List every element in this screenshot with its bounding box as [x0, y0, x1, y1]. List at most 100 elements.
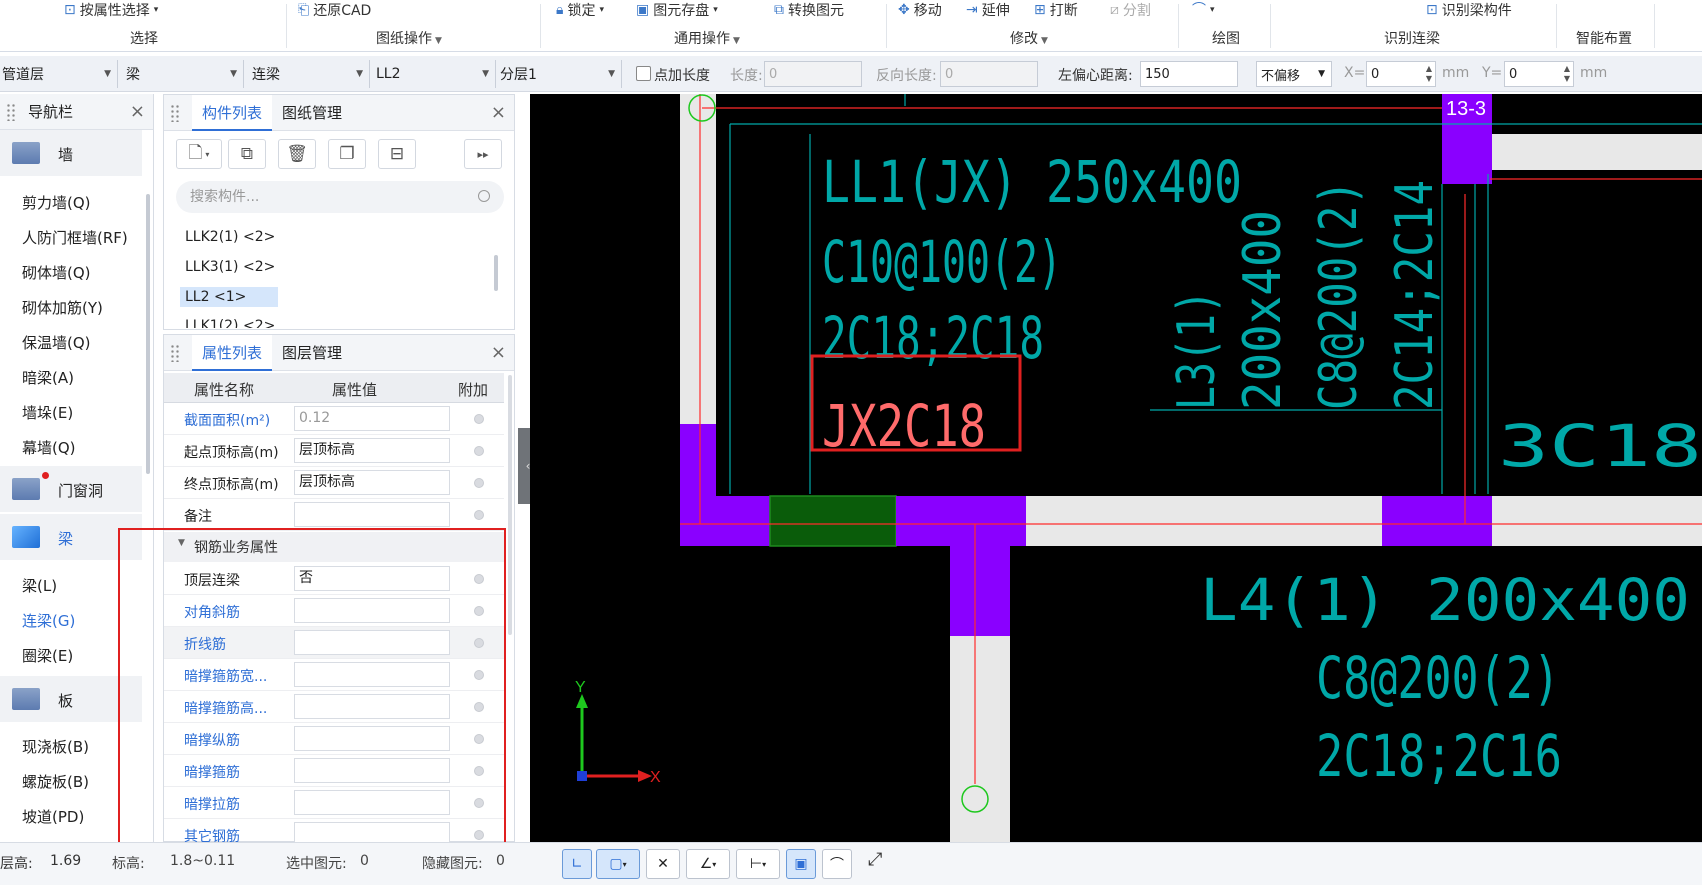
component-item-selected[interactable]: LL2 <1>: [180, 287, 278, 307]
nav-scrollbar[interactable]: [146, 194, 150, 474]
nav-item[interactable]: 保温墙(Q): [22, 332, 91, 353]
ortho-toggle-button[interactable]: ∟: [562, 849, 592, 879]
drag-handle-icon[interactable]: [170, 103, 180, 122]
component-item[interactable]: LLK2(1) <2>: [180, 227, 280, 247]
property-value[interactable]: [294, 502, 450, 527]
fullscreen-icon[interactable]: ⤢: [868, 849, 882, 870]
shift-mode-select[interactable]: 不偏移 ▼: [1256, 61, 1332, 87]
duplicate-button[interactable]: ❐: [328, 139, 366, 169]
close-icon[interactable]: ×: [130, 101, 145, 122]
selection-toggle-button[interactable]: ▣: [786, 849, 816, 879]
identify-component-button[interactable]: ⊡ 识别梁构件: [1426, 0, 1512, 20]
search-input[interactable]: 搜索构件...: [176, 181, 504, 213]
restore-cad-button[interactable]: ⎗ 还原CAD: [298, 0, 371, 20]
offset-input[interactable]: 150: [1140, 61, 1238, 87]
delete-button[interactable]: 🗑︎: [278, 139, 316, 169]
length-input[interactable]: 0: [764, 61, 862, 87]
cross-toggle-button[interactable]: ✕: [646, 849, 680, 879]
nav-item[interactable]: 人防门框墙(RF): [22, 227, 128, 248]
ortho-icon: ∟: [571, 856, 583, 872]
move-button[interactable]: ✥ 移动: [898, 0, 942, 20]
tab-property-list[interactable]: 属性列表: [192, 334, 273, 371]
property-row[interactable]: 截面面积(m²) 0.12: [164, 403, 504, 435]
door-window-icon: [12, 478, 40, 500]
property-row[interactable]: 终点顶标高(m) 层顶标高: [164, 467, 504, 499]
nav-item[interactable]: 砌体加筋(Y): [22, 297, 103, 318]
property-value[interactable]: 层顶标高: [294, 470, 450, 495]
selected-link-beam[interactable]: [769, 495, 897, 547]
select-by-property-button[interactable]: ⊡ 按属性选择 ▾: [64, 0, 158, 20]
nav-item[interactable]: 砌体墙(Q): [22, 262, 91, 283]
lock-button[interactable]: 🔒︎ 锁定 ▾: [556, 0, 604, 20]
dimension-toggle-button[interactable]: ⊢ ▾: [736, 849, 780, 879]
drag-handle-icon[interactable]: [6, 102, 16, 121]
point-add-length-checkbox[interactable]: [636, 66, 651, 81]
nav-item[interactable]: 螺旋板(B): [22, 771, 89, 792]
floor-select[interactable]: 管道层 ▼: [0, 60, 118, 88]
type-select[interactable]: 连梁 ▼: [246, 60, 370, 88]
angle-toggle-button[interactable]: ∠ ▾: [686, 849, 730, 879]
hidden-count-label: 隐藏图元:: [422, 856, 483, 872]
element-save-button[interactable]: ▣ 图元存盘 ▾: [636, 0, 718, 20]
more-button[interactable]: ▸▸: [464, 139, 502, 169]
extra-checkbox[interactable]: [474, 478, 484, 488]
nav-item[interactable]: 幕墙(Q): [22, 437, 76, 458]
close-icon[interactable]: ×: [491, 102, 506, 123]
y-input[interactable]: 0 ▲ ▼: [1504, 61, 1574, 87]
component-item[interactable]: LLK3(1) <2>: [180, 257, 280, 277]
cad-canvas[interactable]: 13-3 LL1(JX) 250x400 C10@100(2) 2C18;2C1…: [530, 94, 1702, 842]
layer-copy-button[interactable]: ⊟: [378, 139, 416, 169]
nav-item[interactable]: 现浇板(B): [22, 736, 89, 757]
group-identify-link-beam: 识别连梁: [1384, 28, 1440, 48]
group-drawing-ops[interactable]: 图纸操作 ▼: [376, 28, 442, 48]
nav-item[interactable]: 墙垛(E): [22, 402, 73, 423]
property-row[interactable]: 起点顶标高(m) 层顶标高: [164, 435, 504, 467]
property-value[interactable]: 0.12: [294, 406, 450, 431]
close-icon[interactable]: ×: [491, 342, 506, 363]
reverse-length-input[interactable]: 0: [940, 61, 1038, 87]
floor-height-value: 1.69: [50, 853, 82, 869]
snap-toggle-button[interactable]: ▢ ▾: [596, 849, 640, 879]
nav-item[interactable]: 梁(L): [22, 575, 57, 596]
group-common-ops[interactable]: 通用操作 ▼: [674, 28, 740, 48]
nav-item[interactable]: 剪力墙(Q): [22, 192, 91, 213]
extend-button[interactable]: ⇥ 延伸: [966, 0, 1010, 20]
drag-handle-icon[interactable]: [170, 343, 180, 362]
extra-checkbox[interactable]: [474, 510, 484, 520]
copy-button[interactable]: ⧉: [228, 139, 266, 169]
tab-drawing-management[interactable]: 图纸管理: [272, 95, 352, 131]
tab-component-list[interactable]: 构件列表: [192, 94, 273, 131]
nav-item[interactable]: 暗梁(A): [22, 367, 74, 388]
extra-checkbox[interactable]: [474, 414, 484, 424]
nav-category-door-window[interactable]: 门窗洞: [0, 466, 142, 512]
nav-item[interactable]: 坡道(PD): [22, 806, 84, 827]
nav-item[interactable]: 圈梁(E): [22, 645, 73, 666]
search-icon: [478, 190, 490, 202]
convert-element-button[interactable]: ⧉ 转换图元: [774, 0, 844, 20]
property-value[interactable]: 层顶标高: [294, 438, 450, 463]
x-input[interactable]: 0 ▲ ▼: [1366, 61, 1436, 87]
group-separator: [886, 4, 887, 48]
nav-category-wall[interactable]: 墙: [0, 130, 142, 176]
arc-toggle-button[interactable]: ⌒: [822, 849, 852, 879]
tab-layer-management[interactable]: 图层管理: [272, 335, 352, 371]
break-button[interactable]: ⊞ 打断: [1034, 0, 1078, 20]
split-button[interactable]: ⧄ 分割: [1110, 0, 1151, 20]
cad-drawing[interactable]: 13-3 LL1(JX) 250x400 C10@100(2) 2C18;2C1…: [530, 94, 1702, 842]
component-scrollbar[interactable]: [494, 255, 498, 291]
new-component-button[interactable]: 🗋︎ ▾: [176, 139, 222, 169]
nav-item-active[interactable]: 连梁(G): [22, 610, 75, 631]
property-row[interactable]: 备注: [164, 499, 504, 531]
component-item[interactable]: LLK1(2) <2>: [180, 316, 280, 328]
group-separator: [286, 4, 287, 48]
category-select[interactable]: 梁 ▼: [120, 60, 244, 88]
extra-checkbox[interactable]: [474, 446, 484, 456]
layer-select[interactable]: 分层1 ▼: [498, 60, 622, 88]
property-scrollbar[interactable]: [508, 375, 512, 635]
floor-select-value: 管道层: [2, 67, 44, 83]
group-modify[interactable]: 修改 ▼: [1010, 28, 1048, 48]
draw-arc-button[interactable]: ⌒ ▾: [1192, 0, 1215, 20]
cross-icon: ✕: [657, 856, 669, 872]
annotation-2c18: 2C18;2C18: [822, 304, 1044, 372]
component-select[interactable]: LL2 ▼: [372, 60, 496, 88]
